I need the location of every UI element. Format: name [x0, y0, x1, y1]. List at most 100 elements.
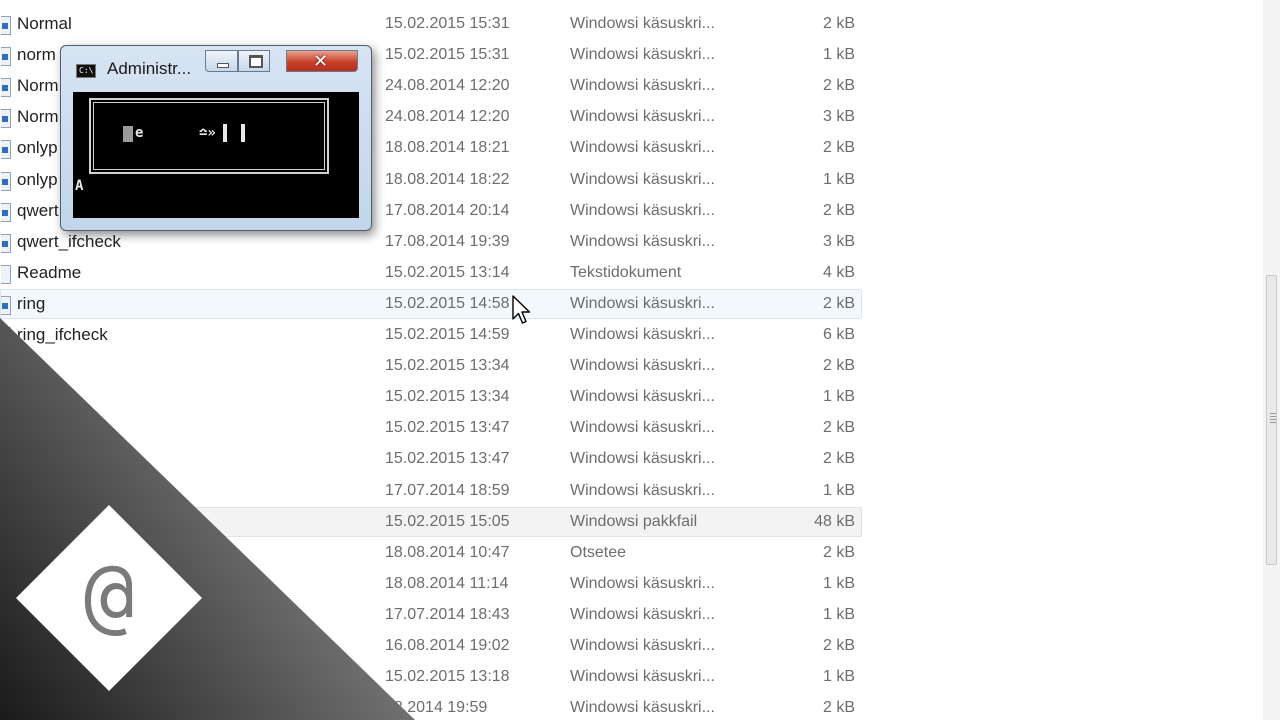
file-date: 15.02.2015 13:47 [385, 450, 510, 467]
gear-icon [2, 645, 8, 651]
file-size: 2 kB [822, 637, 855, 654]
gear-icon [2, 676, 8, 682]
gear-icon [2, 583, 8, 589]
file-type: Windowsi käsuskri... [570, 15, 715, 32]
file-name: qwert [17, 201, 59, 220]
minimize-icon [217, 63, 229, 68]
gear-icon [2, 458, 8, 464]
file-type: Windowsi käsuskri... [570, 575, 715, 592]
console-char: ≏» [199, 125, 216, 141]
file-row[interactable]: ring 15.02.2015 14:58 Windowsi käsuskri...… [0, 289, 862, 319]
file-row[interactable]: qwert_ifcheck 17.08.2014 19:39 Windowsi kä… [0, 227, 862, 257]
gear-icon [2, 241, 8, 247]
file-size: 2 kB [822, 202, 855, 219]
console-area[interactable]: e ≏» A [73, 92, 359, 218]
console-bar-char [241, 124, 245, 142]
file-size: 1 kB [822, 482, 855, 499]
file-size: 1 kB [822, 388, 855, 405]
file-date: 18.08.2014 10:47 [385, 544, 510, 561]
file-type: Windowsi käsuskri... [570, 357, 715, 374]
console-block-char [123, 126, 133, 142]
gear-icon [2, 490, 8, 496]
gear-icon [2, 427, 8, 433]
file-size: 6 kB [822, 326, 855, 343]
gear-icon [2, 179, 8, 185]
minimize-button[interactable] [205, 50, 238, 72]
file-name: ad [17, 356, 36, 375]
file-date: 15.02.2015 13:34 [385, 388, 510, 405]
file-row[interactable]: 15.02.2015 13:47 Windowsi käsuskri... 2 kB [0, 413, 862, 443]
file-row[interactable]: Readme 15.02.2015 13:14 Tekstidokument 4 kB [0, 258, 862, 288]
file-date: 08.2014 19:59 [385, 699, 488, 716]
file-date: 24.08.2014 12:20 [385, 108, 510, 125]
close-button[interactable]: ✕ [286, 50, 358, 72]
script-file-icon [1, 514, 11, 533]
file-size: 2 kB [822, 295, 855, 312]
script-file-icon [1, 358, 11, 377]
file-type: Otsetee [570, 544, 627, 561]
file-name: norm [17, 45, 56, 64]
file-size: 1 kB [822, 606, 855, 623]
file-row[interactable]: ck 15.02.2015 13:47 Windowsi käsuskri... 2 … [0, 444, 862, 474]
script-file-icon [1, 327, 11, 346]
script-file-icon [1, 203, 11, 222]
file-type: Windowsi käsuskri... [570, 139, 715, 156]
gear-icon [2, 334, 8, 340]
file-row[interactable]: fcheck 15.02.2015 13:34 Windowsi käsuskri.… [0, 382, 862, 412]
console-char: e [135, 125, 144, 141]
file-type: Windowsi pakkfail [570, 513, 698, 530]
file-name: Readme [17, 263, 82, 282]
file-row[interactable]: 08.2014 19:59 Windowsi käsuskri... 2 kB [0, 693, 862, 723]
mouse-cursor-icon [512, 295, 531, 324]
file-row[interactable]: ring_ifcheck 15.02.2015 14:59 Windowsi käs… [0, 320, 862, 350]
gear-icon [2, 707, 8, 713]
file-date: 15.02.2015 15:31 [385, 46, 510, 63]
file-size: 2 kB [822, 419, 855, 436]
gear-icon [2, 552, 8, 558]
script-file-icon [1, 47, 11, 66]
maximize-button[interactable] [238, 50, 270, 72]
file-date: 16.08.2014 19:02 [385, 637, 510, 654]
file-type: Windowsi käsuskri... [570, 606, 715, 623]
file-size: 2 kB [822, 139, 855, 156]
file-date: 17.07.2014 18:59 [385, 482, 510, 499]
file-size: 4 kB [822, 264, 855, 281]
file-size: 3 kB [822, 108, 855, 125]
file-size: 2 kB [822, 357, 855, 374]
script-file-icon [1, 16, 11, 35]
script-file-icon [1, 451, 11, 470]
file-name: onlyp [17, 170, 58, 189]
file-size: 1 kB [822, 46, 855, 63]
file-name: Norm [17, 107, 59, 126]
file-size: 2 kB [822, 699, 855, 716]
file-type: Windowsi käsuskri... [570, 668, 715, 685]
file-row[interactable]: 18.08.2014 10:47 Otsetee 2 kB [0, 538, 862, 568]
file-row[interactable]: 15.02.2015 13:18 Windowsi käsuskri... 1 kB [0, 662, 862, 692]
file-row[interactable]: ad 15.02.2015 13:34 Windowsi käsuskri... 2 … [0, 351, 862, 381]
script-file-icon [1, 607, 11, 626]
script-file-icon [1, 669, 11, 688]
file-row[interactable]: 17.07.2014 18:43 Windowsi käsuskri... 1 kB [0, 600, 862, 630]
script-file-icon [1, 545, 11, 564]
file-date: 18.08.2014 18:22 [385, 171, 510, 188]
file-size: 2 kB [822, 450, 855, 467]
script-file-icon [1, 78, 11, 97]
file-date: 15.02.2015 13:18 [385, 668, 510, 685]
file-row[interactable]: Normal 15.02.2015 15:31 Windowsi käsuskri.… [0, 9, 862, 39]
script-file-icon [1, 420, 11, 439]
gear-icon [2, 116, 8, 122]
file-date: 15.02.2015 14:58 [385, 295, 510, 312]
file-row[interactable]: p.Pack 17.07.2014 18:59 Windowsi käsuskri.… [0, 476, 862, 506]
file-row[interactable]: 18.08.2014 11:14 Windowsi käsuskri... 1 kB [0, 569, 862, 599]
file-name: qwert_ifcheck [17, 232, 121, 251]
file-type: Windowsi käsuskri... [570, 202, 715, 219]
file-row[interactable]: 15.02.2015 15:05 Windowsi pakkfail 48 kB [0, 507, 862, 537]
file-type: Windowsi käsuskri... [570, 295, 715, 312]
script-file-icon [1, 140, 11, 159]
file-date: 17.08.2014 19:39 [385, 233, 510, 250]
file-name: ring [17, 294, 46, 313]
file-row[interactable]: 16.08.2014 19:02 Windowsi käsuskri... 2 kB [0, 631, 862, 661]
script-file-icon [1, 109, 11, 128]
cmd-window[interactable]: C:\ Administr... ✕ e ≏» A [60, 45, 372, 231]
file-date: 24.08.2014 12:20 [385, 77, 510, 94]
